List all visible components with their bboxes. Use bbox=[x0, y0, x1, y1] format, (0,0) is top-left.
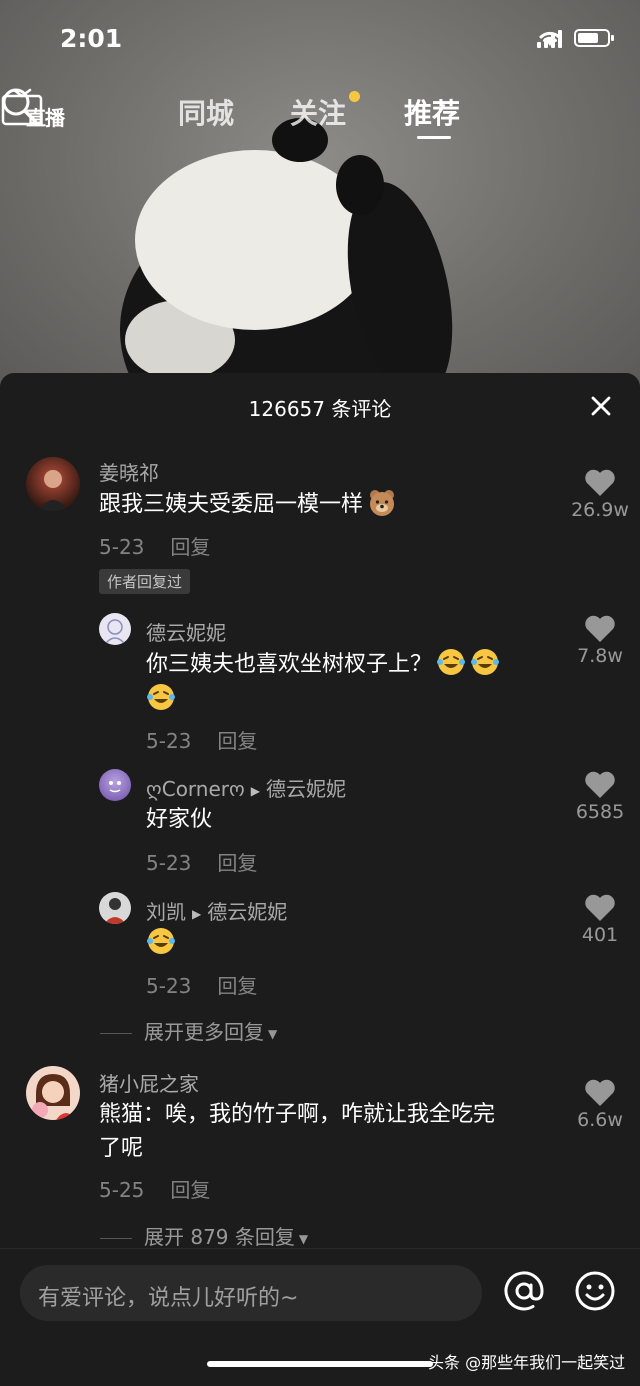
like-count: 401 bbox=[581, 924, 619, 946]
battery-icon bbox=[574, 29, 614, 47]
avatar[interactable] bbox=[99, 613, 131, 645]
reply-date: 5-23 bbox=[146, 729, 192, 753]
bear-emoji-icon bbox=[370, 490, 395, 516]
comment-username[interactable]: 姜晓祁 bbox=[99, 457, 159, 486]
like-count: 7.8w bbox=[577, 645, 623, 667]
heart-icon bbox=[585, 469, 615, 496]
reply-username[interactable]: 刘凯 bbox=[146, 900, 186, 924]
reply-username-line: 刘凯 ▶ 德云妮妮 bbox=[146, 896, 287, 925]
reply-to-arrow-icon: ▶ bbox=[192, 906, 202, 921]
status-icons bbox=[537, 28, 614, 48]
comment-meta: 5-25 回复 bbox=[99, 1174, 210, 1203]
like-button[interactable]: 26.9w bbox=[570, 469, 630, 521]
heart-icon bbox=[585, 1079, 615, 1106]
reply-text: 你三姨夫也喜欢坐树杈子上？ bbox=[146, 647, 556, 717]
reply-username[interactable]: 德云妮妮 bbox=[146, 617, 226, 646]
reply-to-username[interactable]: 德云妮妮 bbox=[207, 900, 287, 924]
like-button[interactable]: 7.8w bbox=[570, 615, 630, 667]
divider-line bbox=[100, 1033, 132, 1034]
reply-button[interactable]: 回复 bbox=[170, 535, 210, 559]
input-placeholder: 有爱评论，说点儿好听的~ bbox=[38, 1286, 299, 1311]
avatar[interactable] bbox=[26, 457, 80, 511]
reply-text-content: 你三姨夫也喜欢坐树杈子上？ bbox=[146, 652, 433, 677]
like-count: 6.6w bbox=[577, 1109, 623, 1131]
comment-text-line-1: 熊猫：唉，我的竹子啊，咋就让我全吃完 bbox=[99, 1102, 496, 1127]
laughing-tears-emoji-icon bbox=[147, 928, 175, 954]
chevron-down-icon: ▼ bbox=[268, 1026, 278, 1041]
like-count: 6585 bbox=[575, 801, 625, 823]
comments-sheet: 126657 条评论 姜晓祁 跟我三姨夫受委屈一模一样 5-23 回复 作者回复过… bbox=[0, 373, 640, 1385]
following-notification-dot bbox=[349, 91, 360, 102]
reply-to-arrow-icon: ▶ bbox=[250, 783, 260, 798]
reply-to-username[interactable]: 德云妮妮 bbox=[266, 777, 346, 801]
author-replied-badge: 作者回复过 bbox=[99, 569, 191, 594]
comment-text: 跟我三姨夫受委屈一模一样 bbox=[99, 487, 397, 522]
reply-text bbox=[146, 926, 176, 961]
tab-following[interactable]: 关注 bbox=[290, 92, 346, 132]
watermark: 头条 @那些年我们一起笑过 bbox=[428, 1353, 626, 1372]
reply-text: 好家伙 bbox=[146, 807, 213, 832]
reply-button[interactable]: 回复 bbox=[217, 729, 257, 753]
divider-line bbox=[100, 1238, 132, 1239]
reply-button[interactable]: 回复 bbox=[170, 1178, 210, 1202]
reply-username-line: ღCornerო ▶ 德云妮妮 bbox=[146, 773, 346, 802]
tab-same-city[interactable]: 同城 bbox=[178, 92, 234, 132]
laughing-tears-emoji-icon bbox=[471, 649, 500, 675]
comment-meta: 5-23 回复 bbox=[99, 531, 210, 560]
reply-button[interactable]: 回复 bbox=[217, 974, 257, 998]
laughing-tears-emoji-icon bbox=[147, 684, 175, 710]
active-tab-indicator bbox=[417, 136, 451, 139]
reply-meta: 5-23 回复 bbox=[146, 970, 257, 999]
top-nav: 直播 同城 关注 推荐 bbox=[0, 86, 640, 146]
like-count: 26.9w bbox=[571, 499, 629, 521]
like-button[interactable]: 401 bbox=[570, 894, 630, 946]
avatar[interactable] bbox=[26, 1066, 80, 1120]
wifi-icon bbox=[539, 31, 561, 46]
status-time: 2:01 bbox=[60, 24, 123, 53]
reply-meta: 5-23 回复 bbox=[146, 725, 257, 754]
like-button[interactable]: 6.6w bbox=[570, 1079, 630, 1131]
comment-username[interactable]: 猪小屁之家 bbox=[99, 1068, 199, 1097]
like-button[interactable]: 6585 bbox=[570, 771, 630, 823]
comment-text-content: 跟我三姨夫受委屈一模一样 bbox=[99, 492, 364, 517]
avatar[interactable] bbox=[99, 892, 131, 924]
at-mention-icon[interactable] bbox=[502, 1269, 546, 1313]
status-bar: 2:01 bbox=[0, 0, 640, 80]
avatar[interactable] bbox=[99, 769, 131, 801]
emoji-icon[interactable] bbox=[573, 1269, 617, 1313]
comment-text: 熊猫：唉，我的竹子啊，咋就让我全吃完 了呢 bbox=[99, 1098, 559, 1166]
search-icon[interactable] bbox=[0, 86, 38, 124]
comment-count: 126657 条评论 bbox=[248, 397, 392, 421]
home-indicator[interactable] bbox=[207, 1361, 433, 1367]
heart-icon bbox=[585, 615, 615, 642]
comment-input[interactable]: 有爱评论，说点儿好听的~ bbox=[20, 1265, 482, 1321]
expand-replies-button[interactable]: 展开 879 条回复 ▼ bbox=[100, 1221, 308, 1250]
close-icon[interactable] bbox=[588, 393, 614, 419]
expand-label: 展开更多回复 bbox=[144, 1020, 264, 1044]
comment-text-line-2: 了呢 bbox=[99, 1136, 144, 1161]
comment-date: 5-25 bbox=[99, 1178, 145, 1202]
comments-header: 126657 条评论 bbox=[0, 373, 640, 437]
heart-icon bbox=[585, 894, 615, 921]
reply-button[interactable]: 回复 bbox=[217, 851, 257, 875]
reply-username[interactable]: ღCornerო bbox=[146, 777, 245, 801]
tab-recommended[interactable]: 推荐 bbox=[404, 92, 460, 132]
expand-more-replies-button[interactable]: 展开更多回复 ▼ bbox=[100, 1016, 277, 1045]
heart-icon bbox=[585, 771, 615, 798]
reply-meta: 5-23 回复 bbox=[146, 847, 257, 876]
laughing-tears-emoji-icon bbox=[437, 649, 466, 675]
expand-label: 展开 879 条回复 bbox=[144, 1225, 295, 1249]
reply-date: 5-23 bbox=[146, 974, 192, 998]
video-background[interactable]: 2:01 直播 同城 关注 推荐 bbox=[0, 0, 640, 400]
reply-date: 5-23 bbox=[146, 851, 192, 875]
comment-input-bar: 有爱评论，说点儿好听的~ 头条 @那些年我们一起笑过 bbox=[0, 1248, 640, 1386]
chevron-down-icon: ▼ bbox=[298, 1231, 309, 1246]
comment-date: 5-23 bbox=[99, 535, 145, 559]
